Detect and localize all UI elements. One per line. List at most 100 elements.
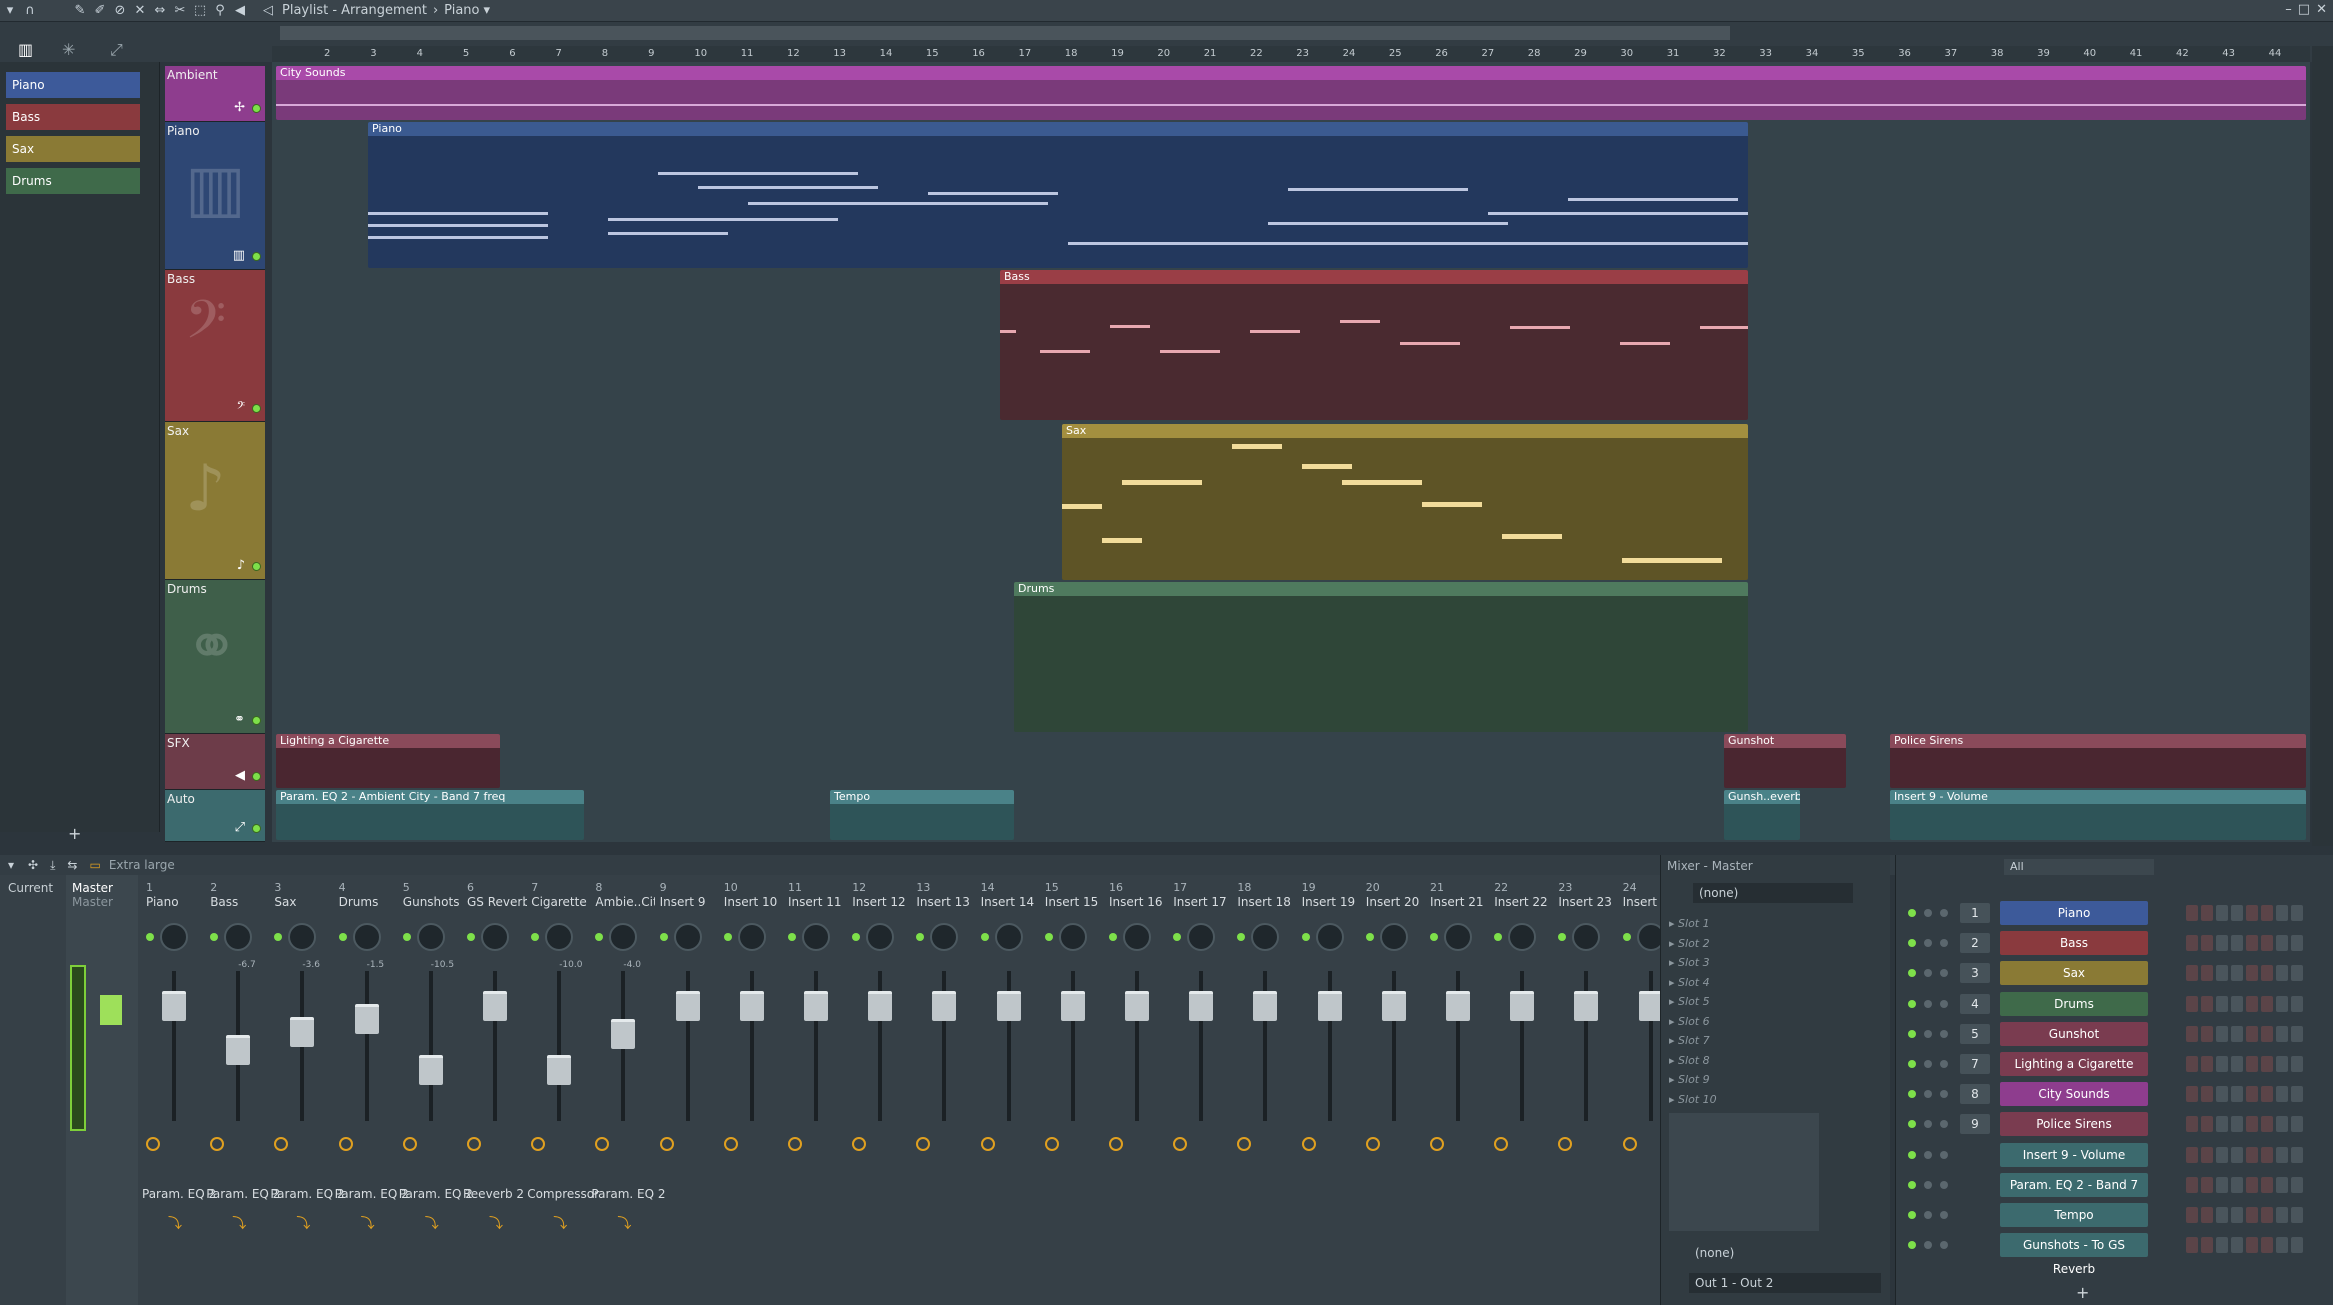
slice-icon[interactable]: ✂ (170, 1, 190, 21)
track-header-ambient[interactable]: Ambient ✢ (165, 66, 265, 122)
channel-pan-knob[interactable] (1924, 1090, 1932, 1099)
insert-enable-led[interactable] (659, 933, 668, 941)
step-pad[interactable] (2246, 1146, 2258, 1163)
send-knob[interactable] (1365, 1137, 1380, 1151)
channel-row[interactable]: 3 Sax (1896, 959, 2333, 987)
step-pad[interactable] (2246, 905, 2258, 921)
step-pad[interactable] (2246, 995, 2258, 1012)
volume-fader[interactable] (354, 1004, 379, 1034)
insert-enable-led[interactable] (1109, 933, 1117, 941)
channel-volume-knob[interactable] (1940, 909, 1948, 917)
channel-enable-led[interactable] (1908, 969, 1916, 978)
pan-knob[interactable] (802, 923, 830, 951)
volume-fader[interactable] (547, 1055, 572, 1085)
channel-pan-knob[interactable] (1924, 1029, 1932, 1038)
volume-fader[interactable] (1510, 991, 1535, 1021)
channel-enable-led[interactable] (1908, 999, 1916, 1008)
channel-row[interactable]: 8 City Sounds (1896, 1080, 2333, 1108)
step-pad[interactable] (2291, 1176, 2303, 1193)
channel-name-button[interactable]: Gunshots - To GS Reverb (2000, 1233, 2148, 1276)
step-pad[interactable] (2276, 1146, 2288, 1163)
step-pad[interactable] (2276, 965, 2288, 982)
channel-row[interactable]: 1 Piano (1896, 899, 2333, 927)
insert-enable-led[interactable] (1494, 933, 1503, 941)
insert-enable-led[interactable] (1365, 933, 1374, 941)
clip-police-sirens[interactable]: Police Sirens (1890, 734, 2306, 788)
step-pad[interactable] (2201, 1116, 2213, 1133)
route-arrow-icon[interactable]: ⤵ (617, 1213, 631, 1233)
volume-fader[interactable] (1638, 991, 1663, 1021)
clip-sax[interactable]: Sax (1062, 424, 1748, 580)
mixer-insert-strip[interactable]: 15 Insert 15 (1041, 875, 1105, 1305)
piano-roll-icon[interactable]: ▥ (18, 40, 33, 59)
send-knob[interactable] (916, 1137, 931, 1151)
time-overview-bar[interactable] (280, 26, 1730, 40)
automation-icon[interactable]: ⤢ (110, 40, 123, 60)
mixer-insert-strip[interactable]: 9 Insert 9 (656, 875, 720, 1305)
step-pad[interactable] (2231, 1146, 2243, 1163)
step-pad[interactable] (2261, 1086, 2273, 1103)
step-pad[interactable] (2276, 1207, 2288, 1223)
mixer-insert-strip[interactable]: 21 Insert 21 (1426, 875, 1490, 1305)
channel-name-button[interactable]: Bass (2000, 931, 2148, 956)
mixer-insert-strip[interactable]: 3 Sax -3.6 Param. EQ 2 ⤵ (270, 875, 344, 1305)
insert-enable-led[interactable] (402, 933, 411, 941)
step-pad[interactable] (2201, 1086, 2213, 1103)
volume-fader[interactable] (868, 991, 893, 1021)
step-pad[interactable] (2276, 1237, 2288, 1254)
step-pad[interactable] (2201, 935, 2213, 952)
step-pad[interactable] (2261, 1207, 2273, 1223)
step-pad[interactable] (2186, 965, 2198, 982)
step-pad[interactable] (2291, 995, 2303, 1012)
mixer-track-number[interactable]: 5 (1960, 1023, 1990, 1044)
channel-volume-knob[interactable] (1940, 939, 1948, 948)
send-knob[interactable] (210, 1137, 225, 1151)
step-pad[interactable] (2276, 1116, 2288, 1133)
step-pad[interactable] (2201, 905, 2213, 921)
channel-row[interactable]: Tempo (1896, 1201, 2333, 1229)
send-knob[interactable] (1622, 1137, 1637, 1151)
mixer-tool-icon[interactable]: ✣ (28, 858, 38, 872)
step-pad[interactable] (2276, 1176, 2288, 1193)
step-pad[interactable] (2276, 905, 2288, 921)
step-pad[interactable] (2201, 1237, 2213, 1254)
channel-row[interactable]: 9 Police Sirens (1896, 1110, 2333, 1138)
step-pad[interactable] (2291, 1116, 2303, 1133)
zoom-icon[interactable]: ⚲ (210, 1, 230, 21)
volume-fader[interactable] (483, 991, 507, 1021)
step-pad[interactable] (2261, 1056, 2273, 1072)
mixer-insert-strip[interactable]: 4 Drums -1.5 Param. EQ 2 ⤵ (335, 875, 409, 1305)
channel-name-button[interactable]: Tempo (2000, 1203, 2148, 1227)
mixer-insert-strip[interactable]: 8Ambie..City-4.0Param. EQ 2⤵ (591, 875, 665, 1305)
playlist-grid[interactable]: City Sounds Piano Bass Sax Drums Lightin… (272, 62, 2310, 842)
step-pad[interactable] (2276, 1025, 2288, 1042)
step-pad[interactable] (2261, 935, 2273, 952)
channel-name-button[interactable]: Insert 9 - Volume (2000, 1142, 2148, 1167)
step-pad[interactable] (2261, 1116, 2273, 1133)
insert-enable-led[interactable] (595, 933, 604, 941)
effect-slot[interactable]: ▸ Slot 7 (1669, 1034, 1879, 1052)
step-pad[interactable] (2186, 935, 2198, 952)
volume-fader[interactable] (1189, 991, 1214, 1021)
insert-enable-led[interactable] (916, 933, 925, 941)
step-pad[interactable] (2216, 1237, 2228, 1254)
step-pad[interactable] (2201, 1056, 2213, 1072)
mixer-insert-strip[interactable]: 6 GS Reverb Reeverb 2 ⤵ (463, 875, 527, 1305)
pan-knob[interactable] (1508, 923, 1537, 951)
mixer-insert-strip[interactable]: 23 Insert 23 (1554, 875, 1618, 1305)
send-knob[interactable] (980, 1137, 995, 1151)
channel-volume-knob[interactable] (1940, 1060, 1948, 1068)
channel-volume-knob[interactable] (1940, 969, 1948, 978)
picker-item-piano[interactable]: Piano (6, 72, 140, 98)
volume-fader[interactable] (226, 1035, 251, 1066)
channel-enable-led[interactable] (1908, 909, 1916, 917)
channel-pan-knob[interactable] (1924, 1150, 1932, 1159)
channel-row[interactable]: 5 Gunshot (1896, 1020, 2333, 1048)
step-pad[interactable] (2261, 905, 2273, 921)
step-pad[interactable] (2276, 1056, 2288, 1072)
route-arrow-icon[interactable]: ⤵ (553, 1213, 567, 1233)
insert-enable-led[interactable] (1301, 933, 1310, 941)
volume-fader[interactable] (290, 1016, 315, 1047)
send-knob[interactable] (531, 1137, 546, 1151)
send-knob[interactable] (1494, 1137, 1509, 1151)
